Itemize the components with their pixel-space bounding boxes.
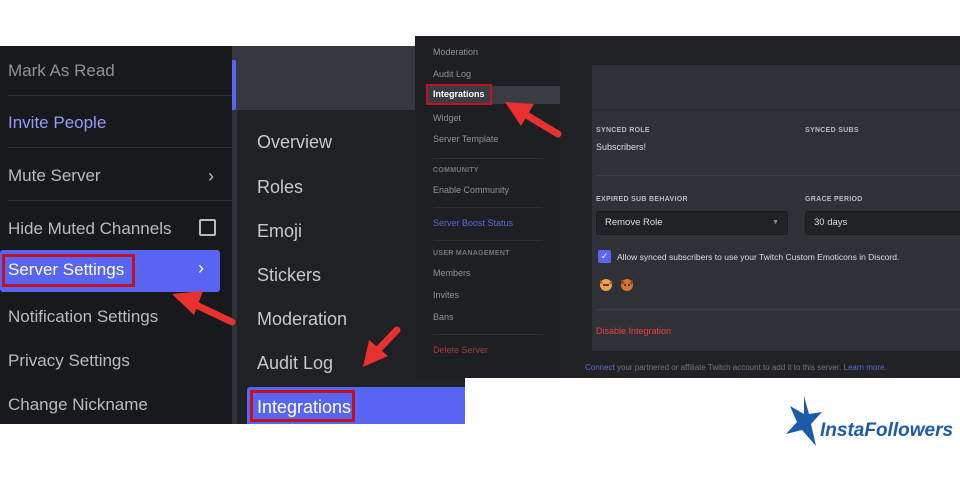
red-arrow (505, 102, 562, 138)
brand-name: InstaFollowers (820, 420, 954, 441)
instafollowers-logo: InstaFollowers (784, 394, 954, 454)
red-arrow (363, 326, 401, 367)
star-logo-icon (786, 396, 822, 446)
red-arrow (172, 291, 236, 326)
